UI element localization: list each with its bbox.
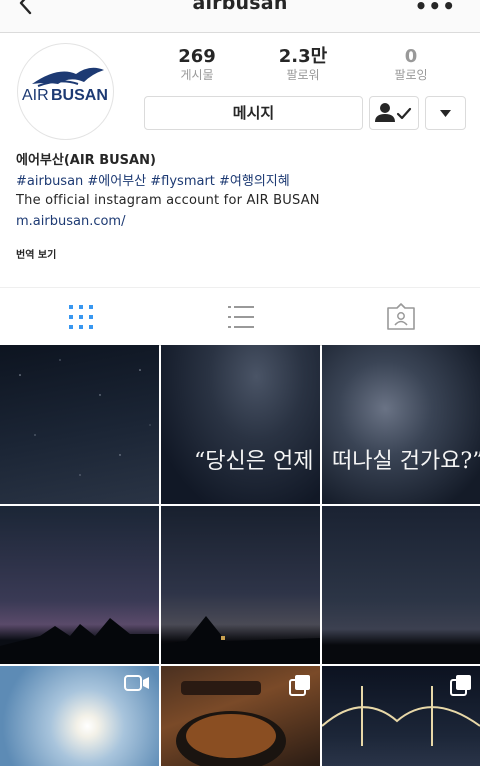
post-thumbnail[interactable] (322, 666, 480, 766)
bio-description: The official instagram account for AIR B… (16, 193, 320, 208)
avatar[interactable]: AIR BUSAN (17, 43, 114, 140)
post-overlay-text-left: “당신은 언제 (194, 449, 314, 474)
translate-link[interactable]: 번역 보기 (16, 246, 56, 261)
dropdown-button[interactable] (425, 96, 466, 130)
post-thumbnail[interactable]: 떠나실 건가요?” (322, 345, 480, 504)
list-icon[interactable] (226, 302, 256, 332)
bio-link[interactable]: m.airbusan.com/ (16, 213, 125, 231)
stat-followers[interactable]: 2.3만 팔로워 (258, 47, 348, 83)
username-title: airbusan (192, 0, 288, 14)
post-thumbnail[interactable] (161, 666, 320, 766)
star-field (19, 359, 151, 476)
stat-following-value: 0 (404, 46, 418, 67)
cabin-silhouette (161, 616, 320, 664)
stat-followers-value: 2.3만 (278, 46, 328, 67)
cabin-silhouette (0, 618, 159, 664)
tagged-icon[interactable] (386, 302, 416, 332)
more-dots-icon[interactable]: ••• (415, 0, 456, 18)
message-button[interactable]: 메시지 (144, 96, 363, 130)
bio-name: 에어부산(AIR BUSAN) (16, 153, 156, 168)
stat-posts[interactable]: 269 게시물 (152, 47, 242, 83)
top-bar: airbusan ••• (0, 0, 480, 33)
multiple-photos-icon (289, 675, 310, 696)
post-thumbnail[interactable] (322, 506, 480, 664)
post-thumbnail[interactable] (161, 506, 320, 664)
bio-hashtags[interactable]: #airbusan #에어부산 #flysmart #여행의지혜 (16, 173, 290, 191)
post-thumbnail[interactable] (0, 506, 159, 664)
video-icon (124, 675, 149, 691)
stat-following-label: 팔로잉 (394, 68, 428, 82)
logo-busan-text: BUSAN (51, 87, 108, 104)
stat-posts-value: 269 (178, 46, 216, 67)
profile-tabs (0, 287, 480, 346)
logo-air-text: AIR (22, 87, 49, 104)
stat-following[interactable]: 0 팔로잉 (366, 47, 456, 83)
stat-posts-label: 게시물 (180, 68, 214, 82)
caret-down-icon (440, 110, 451, 117)
post-overlay-text-right: 떠나실 건가요?” (332, 449, 480, 474)
post-thumbnail[interactable] (0, 666, 159, 766)
following-button[interactable] (369, 96, 419, 130)
multiple-photos-icon (450, 675, 471, 696)
post-thumbnail[interactable]: “당신은 언제 (161, 345, 320, 504)
grid-icon[interactable] (66, 302, 96, 332)
post-thumbnail[interactable] (0, 345, 159, 504)
stat-followers-label: 팔로워 (286, 68, 320, 82)
person-check-icon (375, 103, 412, 122)
